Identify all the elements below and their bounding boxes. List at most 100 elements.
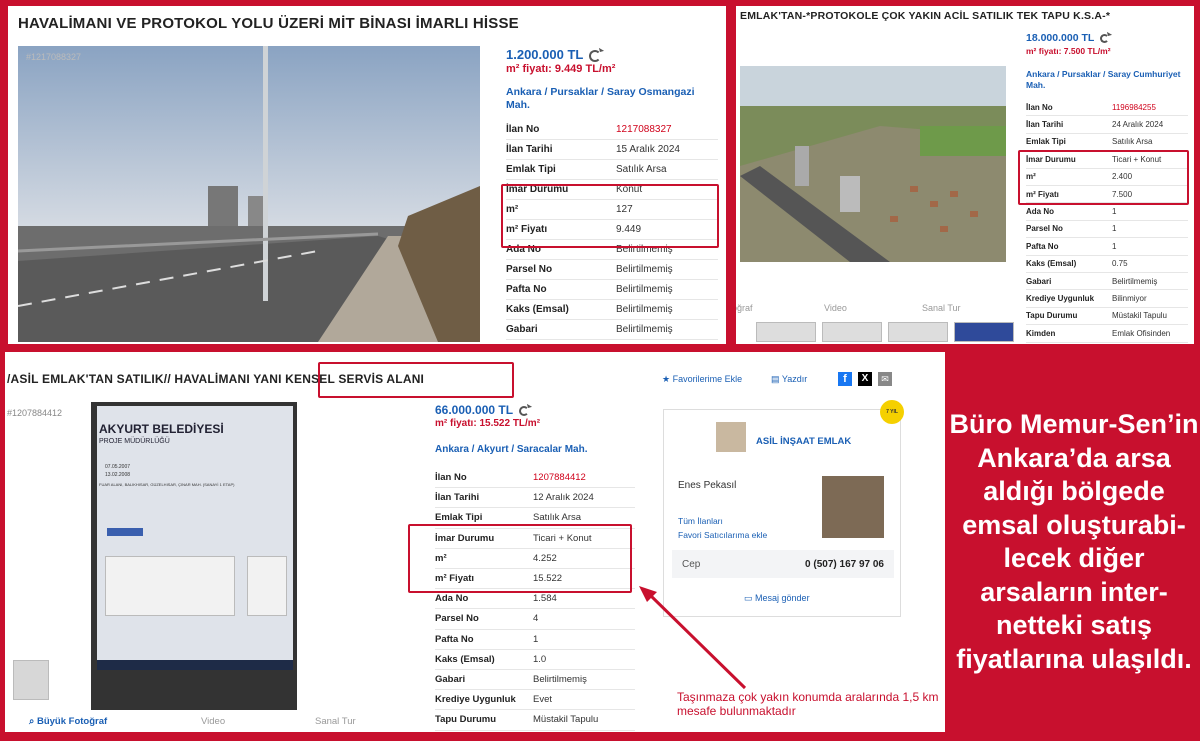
- agent-company[interactable]: ASİL İNŞAAT EMLAK: [756, 436, 851, 447]
- detail-key: Krediye Uygunluk: [435, 694, 516, 706]
- video-link[interactable]: Video: [201, 716, 225, 727]
- virtual-tour-link[interactable]: Sanal Tur: [922, 303, 961, 313]
- thumbnail[interactable]: [888, 322, 948, 342]
- favorite-link[interactable]: ★ Favorilerime Ekle: [662, 374, 742, 385]
- location-breadcrumb[interactable]: Ankara / Pursaklar / Saray Osmangazi Mah…: [506, 86, 720, 112]
- road-photo: [18, 46, 480, 342]
- detail-value: Belirtilmemiş: [533, 674, 587, 686]
- reload-icon[interactable]: [1100, 33, 1110, 43]
- screen-location: FUAR ALANI, BALIKHISAR, GÜZELHISAR, ÇINA…: [99, 482, 235, 487]
- detail-row: İlan Tarihi 12 Aralık 2024: [435, 488, 635, 509]
- facebook-icon[interactable]: f: [838, 372, 852, 386]
- detail-row: İlan No 1207884412: [435, 468, 635, 489]
- print-label: Yazdır: [781, 374, 808, 384]
- price-per-m2: m² fiyatı: 15.522 TL/m²: [435, 418, 541, 429]
- detail-key: Emlak Tipi: [1026, 137, 1066, 147]
- detail-row: Tapu Durumu Müstakil Tapulu: [1026, 308, 1188, 326]
- send-message-label: Mesaj gönder: [755, 593, 810, 603]
- thumbnail[interactable]: [756, 322, 816, 342]
- favorite-seller-link[interactable]: Favori Satıcılarıma ekle: [678, 530, 767, 540]
- price-value: 18.000.000 TL: [1026, 32, 1095, 44]
- listing-title[interactable]: HAVALİMANI VE PROTOKOL YOLU ÜZERİ MİT Bİ…: [18, 15, 519, 32]
- news-caption: Büro Memur-Sen’in Ankara’da arsa aldığı …: [949, 409, 1199, 674]
- detail-key: Gabari: [1026, 276, 1052, 286]
- phone-number[interactable]: 0 (507) 167 97 06: [805, 559, 884, 570]
- detail-row: Krediye Uygunluk Evet: [435, 690, 635, 711]
- detail-row: İlan No 1217088327: [506, 120, 718, 140]
- detail-row: Pafta No Belirtilmemiş: [506, 280, 718, 300]
- price-value: 66.000.000 TL: [435, 403, 514, 417]
- detail-value: Belirtilmemiş: [1112, 276, 1158, 286]
- phone-row: Cep 0 (507) 167 97 06: [672, 550, 894, 578]
- price-per-m2: m² fiyatı: 7.500 TL/m²: [1026, 46, 1111, 56]
- x-icon[interactable]: X: [858, 372, 872, 386]
- detail-value: 1.584: [533, 593, 557, 605]
- detail-key: Pafta No: [506, 284, 547, 295]
- detail-value[interactable]: 1207884412: [533, 472, 586, 483]
- detail-row: Pafta No 1: [435, 630, 635, 650]
- highlight-box: [501, 184, 719, 248]
- detail-row: Parsel No Belirtilmemiş: [506, 260, 718, 280]
- share-icons: f X ✉: [838, 372, 892, 386]
- detail-value: 1: [1112, 224, 1117, 234]
- distance-note: Taşınmaza çok yakın konumda aralarında 1…: [677, 690, 939, 718]
- detail-value: Belirtilmemiş: [616, 284, 673, 295]
- detail-value[interactable]: 1217088327: [616, 124, 672, 135]
- detail-value: Emlak Ofisinden: [1112, 328, 1171, 338]
- thumbnail[interactable]: [822, 322, 882, 342]
- mail-icon[interactable]: ✉: [878, 372, 892, 386]
- detail-value: Belirtilmemiş: [616, 324, 673, 335]
- detail-key: Parsel No: [435, 613, 479, 625]
- detail-row: Pafta No 1: [1026, 238, 1188, 256]
- detail-value: 1: [533, 633, 539, 645]
- reload-icon[interactable]: [519, 405, 530, 416]
- detail-row: Kaks (Emsal) 0.75: [1026, 256, 1188, 273]
- listing-photo[interactable]: #1217088327: [18, 46, 480, 342]
- photo-link[interactable]: fotoğraf: [736, 303, 753, 313]
- screen-button: [107, 528, 143, 536]
- detail-key: Gabari: [435, 674, 466, 686]
- listing-photo[interactable]: [740, 66, 1006, 262]
- price-per-m2: m² fiyatı: 9.449 TL/m²: [506, 63, 616, 75]
- agent-logo[interactable]: [716, 422, 746, 452]
- listing-title[interactable]: EMLAK'TAN-*PROTOKOLE ÇOK YAKIN ACİL SATI…: [740, 10, 1110, 22]
- detail-key: Pafta No: [1026, 241, 1059, 251]
- price: 18.000.000 TL: [1026, 32, 1110, 44]
- detail-value: 24 Aralık 2024: [1112, 120, 1164, 130]
- video-link[interactable]: Video: [824, 303, 847, 313]
- thumbnail[interactable]: [954, 322, 1014, 342]
- detail-value: 0.75: [1112, 259, 1128, 269]
- detail-key: Gabari: [506, 324, 538, 335]
- detail-key: İlan No: [1026, 102, 1053, 112]
- detail-key: Parsel No: [1026, 224, 1063, 234]
- detail-row: Ada No 1: [1026, 203, 1188, 221]
- detail-key: Pafta No: [435, 633, 474, 645]
- detail-value[interactable]: 1196984255: [1112, 103, 1156, 112]
- detail-value: Bilinmiyor: [1112, 294, 1147, 304]
- listing-panel-2: EMLAK'TAN-*PROTOKOLE ÇOK YAKIN ACİL SATI…: [736, 6, 1194, 344]
- detail-row: Gabari Belirtilmemiş: [506, 320, 718, 340]
- print-link[interactable]: ▤ Yazdır: [771, 374, 807, 385]
- printer-icon: ▤: [771, 374, 780, 384]
- detail-key: İlan Tarihi: [506, 144, 553, 155]
- detail-key: İlan No: [435, 472, 467, 484]
- listing-photo[interactable]: AKYURT BELEDİYESİ PROJE MÜDÜRLÜĞÜ 07.05.…: [91, 402, 297, 710]
- location-breadcrumb[interactable]: Ankara / Akyurt / Saracalar Mah.: [435, 444, 635, 455]
- thumbnail[interactable]: [13, 660, 49, 700]
- all-listings-link[interactable]: Tüm İlanları: [678, 516, 723, 526]
- large-photo-label: Büyük Fotoğraf: [36, 716, 108, 727]
- detail-value: 1: [1112, 207, 1117, 217]
- detail-key: İlan No: [506, 124, 540, 135]
- virtual-tour-link[interactable]: Sanal Tur: [315, 716, 356, 727]
- detail-row: Emlak Tipi Satılık Arsa: [506, 160, 718, 180]
- detail-key: Kaks (Emsal): [435, 653, 495, 665]
- reload-icon[interactable]: [589, 49, 602, 62]
- detail-key: Tapu Durumu: [435, 714, 497, 726]
- large-photo-link[interactable]: ⌕ Büyük Fotoğraf: [29, 716, 107, 727]
- detail-key: Emlak Tipi: [506, 164, 556, 175]
- detail-value: Müstakil Tapulu: [533, 714, 599, 726]
- location-breadcrumb[interactable]: Ankara / Pursaklar / Saray Cumhuriyet Ma…: [1026, 69, 1188, 91]
- monitor-screen: AKYURT BELEDİYESİ PROJE MÜDÜRLÜĞÜ 07.05.…: [97, 406, 293, 660]
- photo-id: #1207884412: [7, 408, 63, 418]
- detail-row: Krediye Uygunluk Bilinmiyor: [1026, 290, 1188, 308]
